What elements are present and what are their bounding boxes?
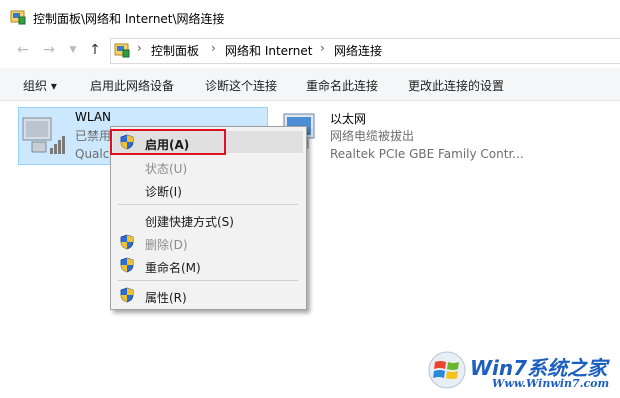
uac-shield-icon — [120, 257, 134, 273]
up-arrow-icon[interactable]: ↑ — [86, 41, 104, 59]
chevron-down-icon[interactable]: ▼ — [64, 41, 82, 59]
menu-item-properties-label: 属性(R) — [145, 291, 187, 305]
menu-item-diagnose[interactable] — [111, 179, 306, 201]
back-arrow-icon[interactable]: ← — [14, 41, 32, 59]
menu-item-delete-label: 删除(D) — [145, 238, 188, 252]
enable-device-button[interactable]: 启用此网络设备 — [90, 77, 174, 94]
wireless-network-icon — [22, 117, 65, 154]
window-title: 控制面板\网络和 Internet\网络连接 — [33, 12, 225, 26]
network-folder-icon — [114, 43, 130, 58]
menu-item-rename-label: 重命名(M) — [145, 261, 201, 275]
breadcrumb-network-connections[interactable]: 网络连接 — [334, 42, 382, 59]
breadcrumb-separator: › — [320, 41, 325, 55]
menu-item-diagnose-label: 诊断(I) — [145, 185, 182, 199]
breadcrumb-control-panel[interactable]: 控制面板 — [151, 42, 199, 59]
network-folder-icon — [10, 10, 26, 25]
connection-device: Qualc — [75, 147, 110, 161]
menu-item-status[interactable] — [111, 156, 306, 178]
organize-button[interactable]: 组织 ▾ — [23, 77, 57, 94]
breadcrumb-separator: › — [137, 41, 142, 55]
diagnose-button[interactable]: 诊断这个连接 — [205, 77, 277, 94]
highlight-annotation-box — [110, 129, 226, 155]
watermark-url: Www.Winwin7.com — [492, 377, 610, 390]
breadcrumb-network-internet[interactable]: 网络和 Internet — [225, 42, 312, 59]
rename-button[interactable]: 重命名此连接 — [306, 77, 378, 94]
menu-item-create-shortcut-label: 创建快捷方式(S) — [145, 215, 234, 229]
menu-item-status-label: 状态(U) — [145, 162, 188, 176]
menu-item-delete[interactable] — [111, 232, 306, 254]
breadcrumb-separator: › — [211, 41, 216, 55]
menu-item-rename[interactable] — [111, 255, 306, 277]
connection-name: 以太网 — [330, 112, 367, 126]
uac-shield-icon — [120, 287, 134, 303]
uac-shield-icon — [120, 234, 134, 250]
connection-device: Realtek PCIe GBE Family Contr... — [330, 147, 524, 161]
connection-status: 已禁用 — [75, 129, 112, 143]
connection-name: WLAN — [75, 110, 112, 124]
change-settings-button[interactable]: 更改此连接的设置 — [408, 77, 504, 94]
menu-item-properties[interactable] — [111, 285, 306, 307]
menu-separator — [118, 204, 298, 205]
windows-logo-icon — [428, 351, 466, 389]
menu-separator — [118, 280, 298, 281]
connection-status: 网络电缆被拔出 — [330, 129, 415, 143]
forward-arrow-icon[interactable]: → — [40, 41, 58, 59]
